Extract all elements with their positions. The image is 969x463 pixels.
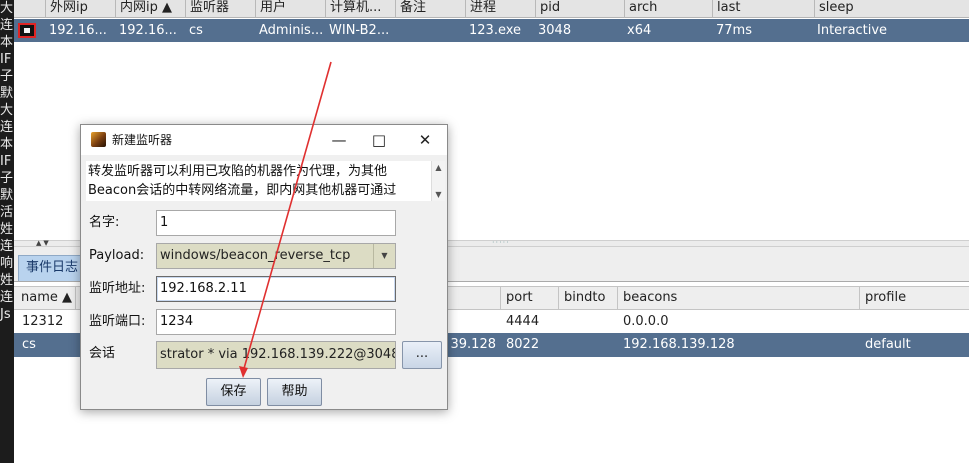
cell-beacons: 0.0.0.0 (623, 314, 669, 329)
column-header-computer[interactable]: 计算机... (326, 0, 396, 18)
beacon-row[interactable]: 192.16... 192.16... cs Adminis... WIN-B2… (14, 19, 969, 42)
dialog-title-bar[interactable]: 新建监听器 — □ ✕ (81, 125, 447, 155)
strip-char: 连 (0, 290, 14, 305)
beacon-table-header: 外网ip 内网ip ▲ 监听器 用户 计算机... 备注 进程 pid arch… (14, 0, 969, 18)
cell-beacons: 192.168.139.128 (623, 337, 735, 352)
strip-char: 响 (0, 256, 14, 271)
column-header-last[interactable]: last (713, 0, 815, 18)
scroll-down-icon[interactable]: ▼ (432, 188, 445, 201)
cell-bindto (558, 310, 617, 334)
cell-user: Adminis... (259, 23, 324, 38)
cell-name: cs (22, 337, 36, 352)
column-header-profile[interactable]: profile (860, 287, 969, 309)
splitter-collapse-arrows-icon[interactable]: ▲▼ (36, 239, 51, 247)
browse-session-button[interactable]: ... (402, 341, 442, 369)
listen-port-field[interactable]: 1234 (156, 309, 396, 335)
name-field[interactable]: 1 (156, 210, 396, 236)
strip-char: 默 (0, 188, 14, 203)
column-header-sleep[interactable]: sleep (815, 0, 969, 18)
cell-pid: 3048 (538, 23, 572, 38)
cell-note (394, 19, 464, 42)
column-header-listener[interactable]: 监听器 (186, 0, 256, 18)
session-field[interactable]: strator * via 192.168.139.222@3048 (156, 341, 396, 369)
strip-char: 大 (0, 1, 14, 16)
column-header-user[interactable]: 用户 (256, 0, 326, 18)
strip-char: 本 (0, 35, 14, 50)
close-button[interactable]: ✕ (407, 125, 443, 155)
strip-char: 子 (0, 69, 14, 84)
strip-char: IF (0, 154, 12, 169)
cell-arch: x64 (627, 23, 652, 38)
strip-char: 子 (0, 171, 14, 186)
column-header-process[interactable]: 进程 (466, 0, 536, 18)
cell-name: 12312 (22, 314, 64, 329)
cell-listener: cs (189, 23, 203, 38)
cell-profile: default (865, 337, 911, 352)
payload-select[interactable]: windows/beacon_reverse_tcp ▼ (156, 243, 396, 269)
listen-port-label: 监听端口: (89, 314, 146, 329)
payload-label: Payload: (89, 248, 145, 263)
column-header-external-ip[interactable]: 外网ip (46, 0, 116, 18)
column-header-beacons[interactable]: beacons (618, 287, 860, 309)
name-label: 名字: (89, 215, 120, 230)
app-icon (91, 132, 106, 147)
strip-char: 大 (0, 103, 14, 118)
listen-address-label: 监听地址: (89, 281, 146, 296)
strip-char: 连 (0, 18, 14, 33)
column-header-icon[interactable] (14, 0, 46, 18)
cell-port: 8022 (506, 337, 540, 352)
strip-char: 姓 (0, 222, 14, 237)
session-label: 会话 (89, 346, 116, 361)
left-edge-strip: 大 连 本 IF 子 默 大 连 本 IF 子 默 活 姓 连 响 姓 连 Js (0, 0, 14, 463)
cell-computer: WIN-B2... (329, 23, 390, 38)
dropdown-arrow-icon[interactable]: ▼ (373, 244, 395, 268)
help-button[interactable]: 帮助 (267, 378, 322, 406)
strip-char: 姓 (0, 273, 14, 288)
maximize-button[interactable]: □ (361, 125, 397, 155)
save-button[interactable]: 保存 (206, 378, 261, 406)
beacon-session-icon (18, 23, 36, 38)
cell-external-ip: 192.16... (49, 23, 107, 38)
cell-profile (859, 310, 967, 334)
cell-bindto (558, 333, 617, 357)
dialog-title: 新建监听器 (112, 133, 173, 147)
strip-char: 本 (0, 137, 14, 152)
column-header-note[interactable]: 备注 (396, 0, 466, 18)
scroll-up-icon[interactable]: ▲ (432, 161, 445, 174)
strip-char: 默 (0, 86, 14, 101)
strip-char: 连 (0, 239, 14, 254)
cell-internal-ip: 192.16... (119, 23, 177, 38)
new-listener-dialog: 新建监听器 — □ ✕ 转发监听器可以利用已攻陷的机器作为代理，为其他Beaco… (80, 124, 448, 410)
cell-port: 4444 (506, 314, 540, 329)
strip-char: IF (0, 52, 12, 67)
column-header-arch[interactable]: arch (625, 0, 713, 18)
description-area[interactable]: 转发监听器可以利用已攻陷的机器作为代理，为其他Beacon会话的中转网络流量，即… (86, 161, 445, 201)
splitter-grip-icon[interactable]: ····· (492, 238, 510, 247)
column-header-bindto[interactable]: bindto (559, 287, 618, 309)
column-header-name[interactable]: name ▲ (16, 287, 76, 309)
payload-selected-value: windows/beacon_reverse_tcp (160, 248, 351, 263)
cell-last: 77ms (716, 23, 752, 38)
strip-char: Js (0, 307, 11, 322)
description-scrollbar[interactable]: ▲ ▼ (431, 161, 445, 201)
column-header-pid[interactable]: pid (536, 0, 625, 18)
cell-sleep: Interactive (817, 23, 888, 38)
strip-char: 连 (0, 120, 14, 135)
listen-address-field[interactable]: 192.168.2.11 (156, 276, 396, 302)
minimize-button[interactable]: — (321, 125, 357, 155)
strip-char: 活 (0, 205, 14, 220)
column-header-port[interactable]: port (501, 287, 559, 309)
column-header-internal-ip[interactable]: 内网ip ▲ (116, 0, 186, 18)
cell-process: 123.exe (469, 23, 522, 38)
description-text: 转发监听器可以利用已攻陷的机器作为代理，为其他Beacon会话的中转网络流量，即… (88, 164, 397, 198)
